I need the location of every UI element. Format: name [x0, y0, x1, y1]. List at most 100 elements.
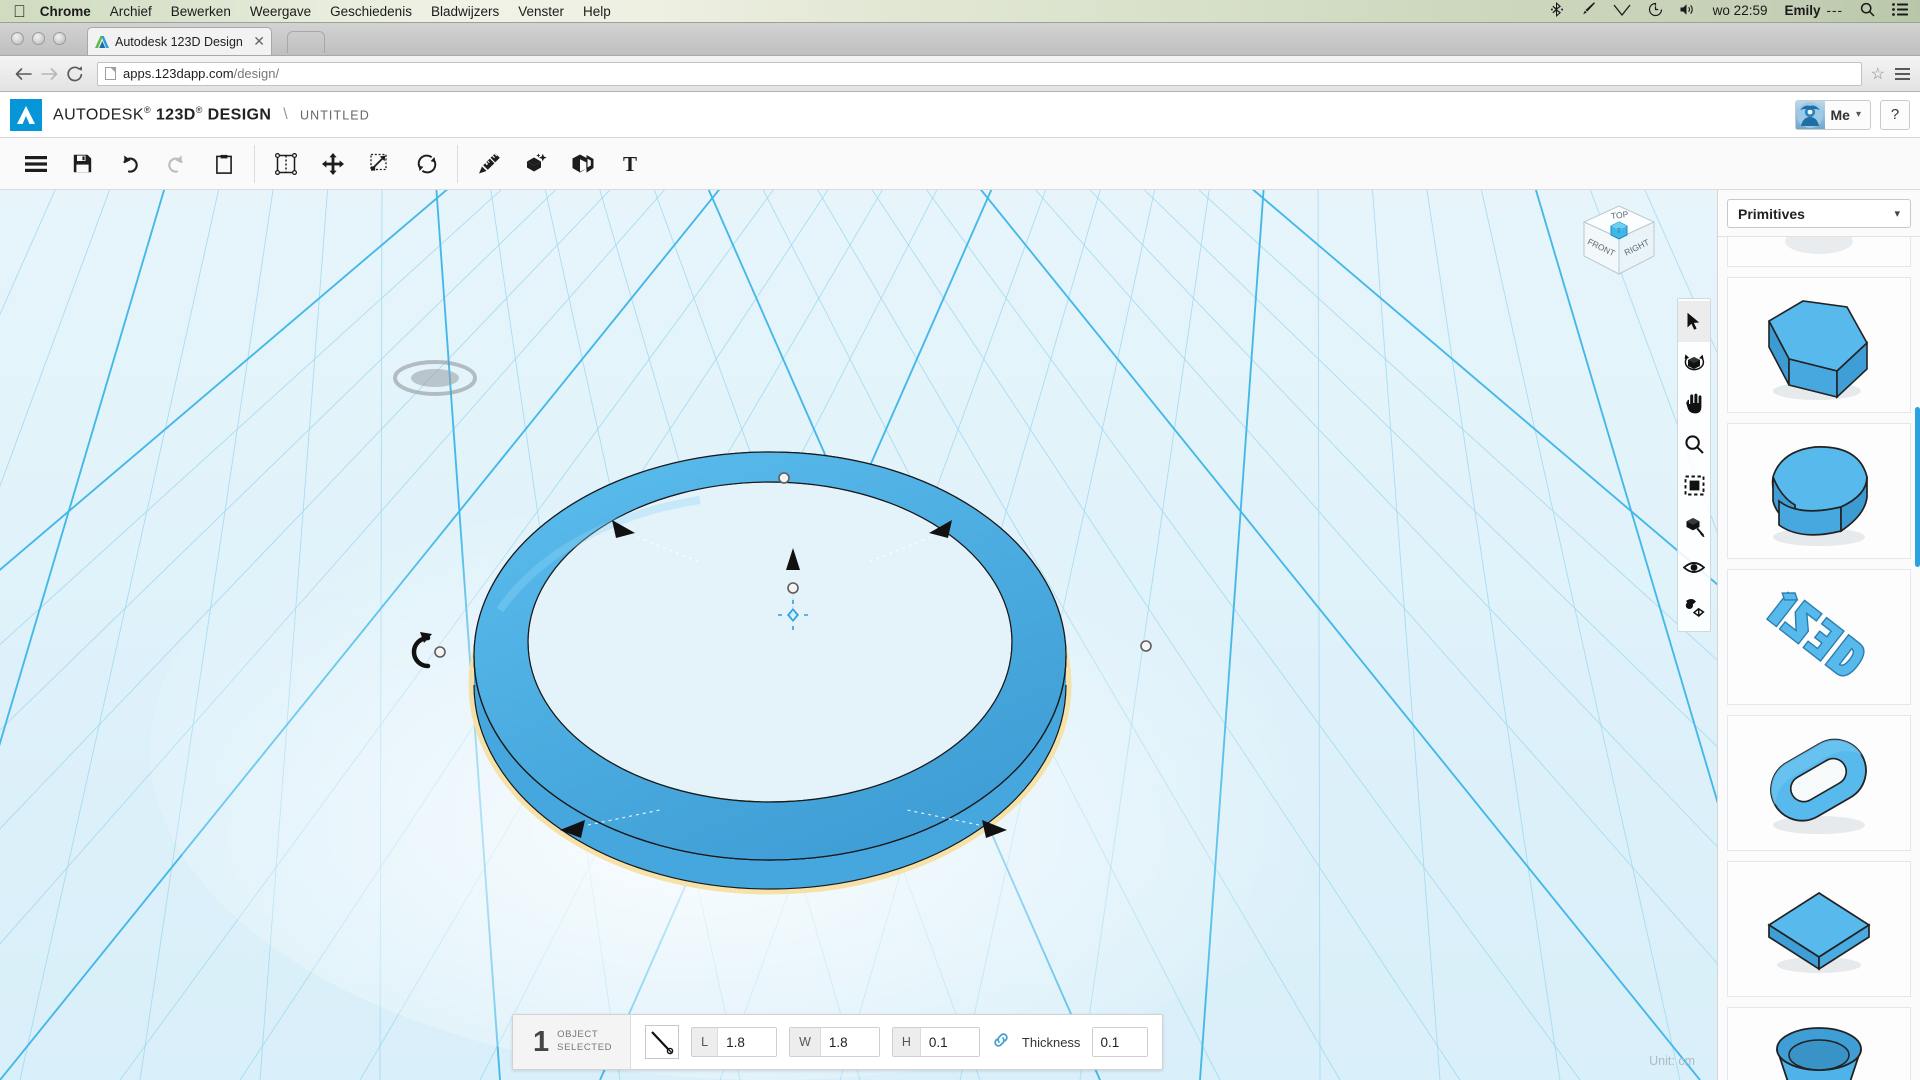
construct-button[interactable]: [512, 143, 559, 185]
star-icon[interactable]: ☆: [1871, 64, 1885, 84]
browser-tab-title: Autodesk 123D Design: [115, 34, 243, 49]
length-field[interactable]: L: [691, 1027, 778, 1057]
menubar-clock[interactable]: wo 22:59: [1713, 4, 1768, 18]
menu-item-venster[interactable]: Venster: [518, 4, 564, 19]
selection-summary: 1 OBJECT SELECTED: [513, 1015, 632, 1069]
apple-logo-icon[interactable]: : [13, 3, 26, 20]
page-document-icon: [105, 67, 116, 80]
close-window-button[interactable]: [11, 32, 24, 45]
menu-item-bewerken[interactable]: Bewerken: [171, 4, 231, 19]
menu-item-chrome[interactable]: Chrome: [40, 4, 91, 19]
notification-center-icon[interactable]: [1892, 3, 1908, 19]
eject-pen-icon[interactable]: [1580, 2, 1596, 20]
window-controls[interactable]: [11, 32, 66, 45]
eye-visibility-tool[interactable]: [1678, 547, 1710, 588]
prim-half-ellipse[interactable]: [1727, 423, 1911, 559]
paste-button[interactable]: [200, 143, 247, 185]
bluetooth-icon[interactable]: [1550, 2, 1563, 20]
undo-button[interactable]: [106, 143, 153, 185]
help-button[interactable]: ?: [1880, 99, 1910, 130]
volume-icon[interactable]: [1680, 3, 1696, 19]
orbit-tool[interactable]: [1678, 342, 1710, 383]
prim-123d-text[interactable]: [1727, 569, 1911, 705]
snap-magnet-tool[interactable]: [1678, 588, 1710, 629]
text-button[interactable]: T: [606, 143, 653, 185]
menu-item-bladwijzers[interactable]: Bladwijzers: [431, 4, 499, 19]
close-icon[interactable]: ✕: [253, 33, 265, 50]
menu-item-geschiedenis[interactable]: Geschiedenis: [330, 4, 412, 19]
brand-trademark: ®: [143, 104, 151, 115]
address-bar[interactable]: apps.123dapp.com/design/: [97, 61, 1862, 86]
time-machine-icon[interactable]: [1648, 2, 1663, 20]
back-arrow-icon[interactable]: [10, 61, 36, 87]
viewport-3d-canvas[interactable]: T TOP FRONT RIGHT Unit: cm 1 OBJECT SELE…: [0, 190, 1717, 1080]
minimize-window-button[interactable]: [32, 32, 45, 45]
menubar-user[interactable]: Emily: [1784, 4, 1820, 18]
menu-button[interactable]: [12, 143, 59, 185]
save-button[interactable]: [59, 143, 106, 185]
primitives-scrollbar[interactable]: [1915, 237, 1920, 1080]
product-number: 123D: [155, 106, 196, 124]
combine-button[interactable]: [559, 143, 606, 185]
transform-button[interactable]: [262, 143, 309, 185]
property-bar: 1 OBJECT SELECTED L 1.8 W 1.8 H 0.1 Thic…: [512, 1014, 1164, 1070]
primitives-list[interactable]: [1718, 236, 1920, 1080]
zoom-tool[interactable]: [1678, 424, 1710, 465]
autodesk-favicon: [94, 34, 110, 50]
menu-item-help[interactable]: Help: [583, 4, 611, 19]
measure-line-icon[interactable]: [645, 1025, 680, 1059]
chain-link-icon[interactable]: [992, 1031, 1010, 1054]
macos-menu-bar:  Chrome Archief Bewerken Weergave Gesch…: [0, 0, 1920, 23]
account-menu-button[interactable]: Me ▾: [1794, 99, 1871, 130]
reload-icon[interactable]: [62, 61, 88, 87]
menu-item-weergave[interactable]: Weergave: [250, 4, 311, 19]
sketch-button[interactable]: [465, 143, 512, 185]
prim-flat-slab[interactable]: [1727, 861, 1911, 997]
height-field-input[interactable]: [920, 1028, 979, 1056]
primitives-panel: Primitives ▾: [1717, 190, 1920, 1080]
rotate-button[interactable]: [403, 143, 450, 185]
selection-label-object: OBJECT: [557, 1029, 599, 1041]
chevron-down-icon: ▾: [1855, 109, 1861, 120]
height-field[interactable]: H: [891, 1027, 980, 1057]
pan-tool[interactable]: [1678, 383, 1710, 424]
prim-oval-torus[interactable]: [1727, 715, 1911, 851]
app-header: AUTODESK® 123D® DESIGN \ UNTITLED Me ▾ ?: [0, 92, 1920, 138]
prim-pentagon-prism[interactable]: [1727, 277, 1911, 413]
zoom-window-button[interactable]: [53, 32, 66, 45]
account-label: Me: [1830, 106, 1850, 123]
zoom-object-tool[interactable]: [1678, 506, 1710, 547]
url-domain: apps.123dapp.com: [123, 66, 234, 81]
scrollbar-thumb[interactable]: [1915, 407, 1920, 567]
svg-text:T: T: [1617, 229, 1621, 235]
scale-button[interactable]: [356, 143, 403, 185]
browser-tab[interactable]: Autodesk 123D Design ✕: [87, 27, 272, 55]
primitives-panel-header: Primitives ▾: [1718, 190, 1920, 236]
document-name: UNTITLED: [299, 108, 370, 123]
user-avatar: [1795, 100, 1825, 129]
new-tab-button[interactable]: [287, 31, 325, 53]
fit-to-window-tool[interactable]: [1678, 465, 1710, 506]
move-button[interactable]: [309, 143, 356, 185]
view-cube[interactable]: T TOP FRONT RIGHT: [1576, 200, 1662, 286]
length-field-input[interactable]: [718, 1028, 777, 1056]
svg-text:T: T: [622, 154, 636, 174]
property-fields: L W H: [631, 1015, 1162, 1069]
width-field-input[interactable]: [820, 1028, 879, 1056]
thickness-field[interactable]: [1092, 1027, 1149, 1057]
select-tool[interactable]: [1678, 301, 1710, 342]
width-field[interactable]: W: [789, 1027, 880, 1057]
chrome-menu-icon[interactable]: [1895, 67, 1910, 80]
redo-button[interactable]: [153, 143, 200, 185]
spotlight-search-icon[interactable]: [1860, 2, 1875, 20]
wifi-icon[interactable]: [1613, 3, 1631, 19]
prim-cell-partial[interactable]: [1727, 237, 1911, 267]
unit-value: cm: [1678, 1054, 1695, 1068]
toolbar-divider: [254, 144, 255, 183]
forward-arrow-icon[interactable]: [36, 61, 62, 87]
chevron-down-icon: ▾: [1894, 208, 1900, 220]
menu-item-archief[interactable]: Archief: [110, 4, 152, 19]
primitives-category-select[interactable]: Primitives ▾: [1727, 199, 1911, 228]
prim-tapered-tube[interactable]: [1727, 1007, 1911, 1080]
thickness-field-input[interactable]: [1093, 1028, 1148, 1056]
